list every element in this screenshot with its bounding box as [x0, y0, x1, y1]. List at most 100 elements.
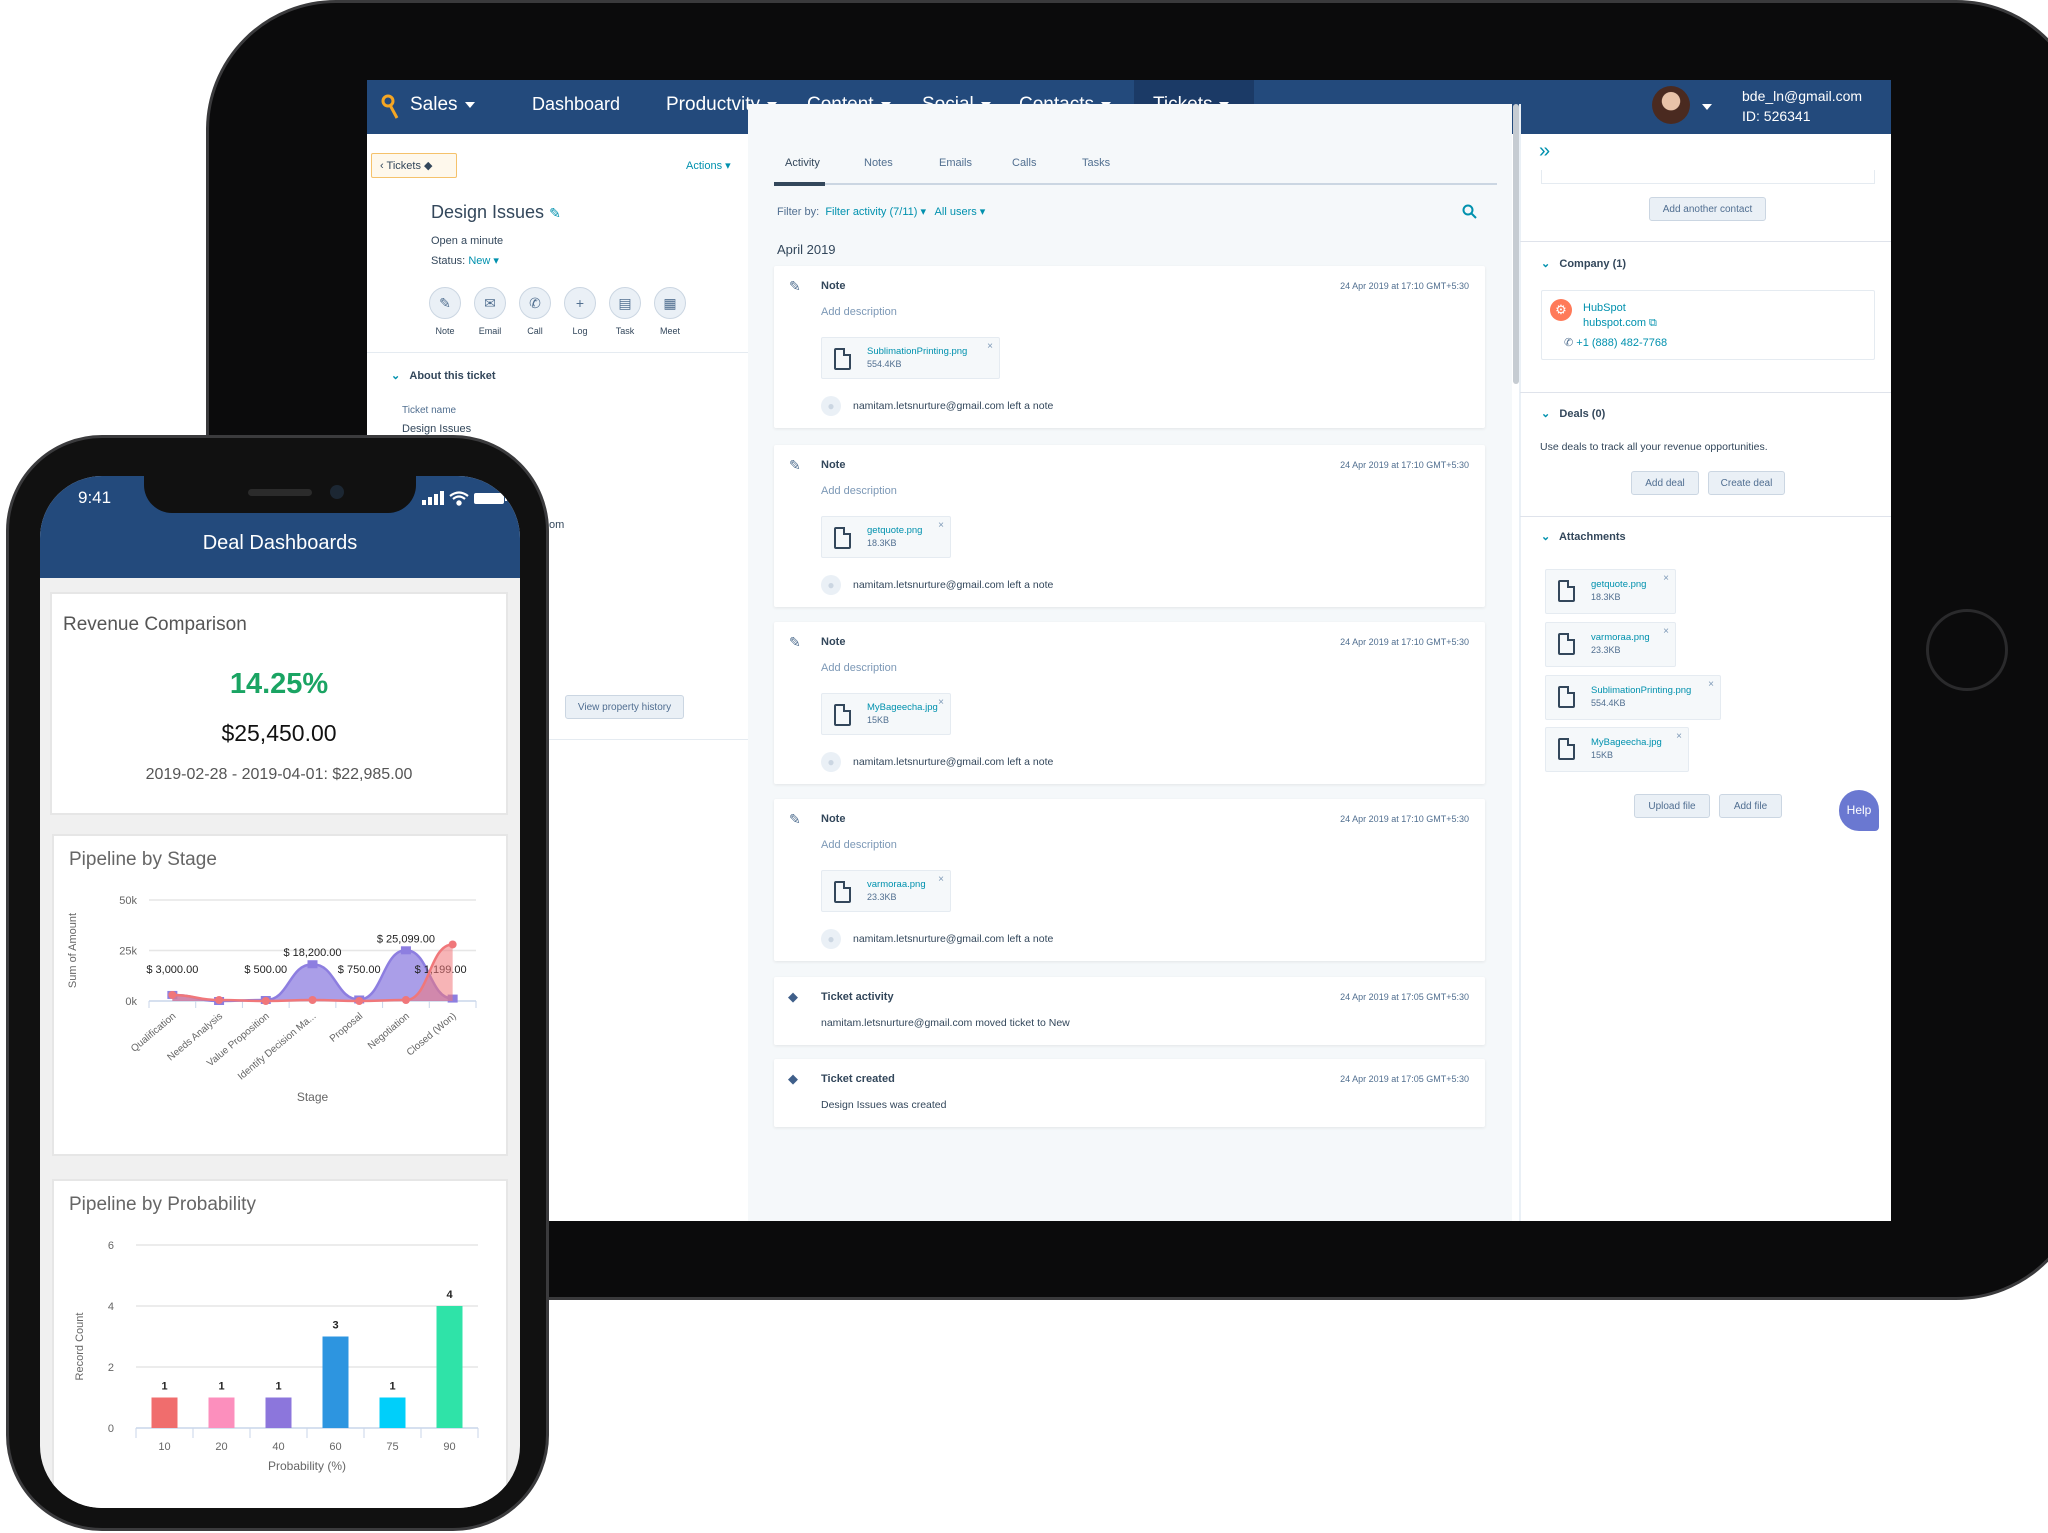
attachment-name[interactable]: getquote.png — [1591, 579, 1646, 590]
month-header: April 2019 — [777, 242, 836, 257]
bar[interactable] — [151, 1397, 178, 1429]
remove-attachment-icon[interactable]: × — [987, 341, 993, 352]
note-card[interactable]: ✎ Note 24 Apr 2019 at 17:10 GMT+5:30 Add de… — [774, 266, 1485, 428]
add-file-button[interactable]: Add file — [1719, 794, 1782, 818]
company-phone-link[interactable]: ✆ +1 (888) 482-7768 — [1564, 336, 1667, 349]
call-action-button[interactable]: ✆ — [519, 287, 551, 319]
attachment-item[interactable]: getquote.png 18.3KB × — [1545, 569, 1676, 614]
bar[interactable] — [379, 1397, 406, 1429]
y-tick-label: 6 — [108, 1240, 114, 1252]
upload-file-button[interactable]: Upload file — [1634, 794, 1710, 818]
note-card[interactable]: ✎ Note 24 Apr 2019 at 17:10 GMT+5:30 Add de… — [774, 799, 1485, 961]
tickets-breadcrumb[interactable]: ‹ Tickets ◆ — [371, 153, 457, 178]
note-author[interactable]: namitam.letsnurture@gmail.com — [853, 756, 1004, 768]
attachment-name[interactable]: SublimationPrinting.png — [1591, 685, 1691, 696]
remove-attachment-icon[interactable]: × — [938, 520, 944, 531]
tab-notes[interactable]: Notes — [864, 157, 893, 169]
add-description[interactable]: Add description — [821, 839, 897, 851]
attachment-size: 23.3KB — [1591, 645, 1621, 655]
meet-action-button[interactable]: ▦ — [654, 287, 686, 319]
log-action-button[interactable]: + — [564, 287, 596, 319]
remove-attachment-icon[interactable]: × — [938, 697, 944, 708]
user-avatar[interactable] — [1652, 86, 1690, 124]
attachment-name[interactable]: MyBageecha.jpg — [1591, 737, 1662, 748]
search-icon[interactable] — [1462, 204, 1478, 220]
nav-dashboard[interactable]: Dashboard — [532, 94, 620, 115]
actions-menu[interactable]: Actions ▾ — [686, 159, 731, 172]
email-action-button[interactable]: ✉ — [474, 287, 506, 319]
add-deal-button[interactable]: Add deal — [1631, 471, 1699, 495]
bar-value-label: 1 — [389, 1381, 395, 1393]
all-users-dropdown[interactable]: All users ▾ — [935, 206, 986, 218]
user-avatar-icon: ● — [821, 575, 841, 595]
user-avatar-icon: ● — [821, 396, 841, 416]
note-action: left a note — [1007, 400, 1054, 412]
company-name-link[interactable]: HubSpot — [1583, 302, 1626, 314]
note-card[interactable]: ✎ Note 24 Apr 2019 at 17:10 GMT+5:30 Add de… — [774, 622, 1485, 784]
company-header: Company (1) — [1559, 258, 1627, 270]
note-author[interactable]: namitam.letsnurture@gmail.com — [853, 933, 1004, 945]
bar-value-label: 1 — [161, 1381, 167, 1393]
note-attachment[interactable]: MyBageecha.jpg 15KB × — [821, 693, 951, 735]
caret-down-icon[interactable] — [1702, 104, 1712, 110]
filter-bar: Filter by: Filter activity (7/11) ▾ All … — [777, 205, 985, 218]
attachment-name[interactable]: getquote.png — [867, 525, 922, 536]
note-action-button[interactable]: ✎ — [429, 287, 461, 319]
attachment-name[interactable]: varmoraa.png — [1591, 632, 1650, 643]
pipeline-probability-chart: 0 2 4 6 1 10 1 20 1 40 3 60 1 75 4 90 Probability (%) Rec… — [74, 1240, 479, 1473]
attachment-item[interactable]: SublimationPrinting.png 554.4KB × — [1545, 675, 1721, 720]
tab-activity[interactable]: Activity — [785, 157, 820, 169]
attachment-item[interactable]: MyBageecha.jpg 15KB × — [1545, 727, 1689, 772]
tab-emails[interactable]: Emails — [939, 157, 972, 169]
note-attachment[interactable]: getquote.png 18.3KB × — [821, 516, 951, 558]
attachment-size: 18.3KB — [1591, 592, 1621, 602]
tab-tasks[interactable]: Tasks — [1082, 157, 1110, 169]
filter-activity-dropdown[interactable]: Filter activity (7/11) ▾ — [825, 206, 926, 218]
company-section-toggle[interactable]: ⌄ Company (1) — [1541, 257, 1626, 270]
log-icon: + — [575, 295, 585, 311]
file-icon — [1558, 738, 1575, 760]
bar[interactable] — [322, 1336, 349, 1429]
status-value: New — [468, 255, 491, 267]
note-attachment[interactable]: varmoraa.png 23.3KB × — [821, 870, 951, 912]
help-chat-button[interactable]: Help — [1839, 790, 1879, 831]
add-description[interactable]: Add description — [821, 662, 897, 674]
edit-pencil-icon[interactable]: ✎ — [549, 205, 561, 221]
task-action-button[interactable]: ▤ — [609, 287, 641, 319]
company-domain-link[interactable]: hubspot.com ⧉ — [1583, 317, 1657, 330]
add-description[interactable]: Add description — [821, 306, 897, 318]
add-another-contact-button[interactable]: Add another contact — [1649, 197, 1766, 221]
attachment-name[interactable]: SublimationPrinting.png — [867, 346, 967, 357]
note-attachment[interactable]: SublimationPrinting.png 554.4KB × — [821, 337, 1000, 379]
tab-calls[interactable]: Calls — [1012, 157, 1036, 169]
remove-attachment-icon[interactable]: × — [1708, 679, 1714, 690]
event-text: namitam.letsnurture@gmail.com moved tick… — [821, 1017, 1070, 1029]
attachment-name[interactable]: MyBageecha.jpg — [867, 702, 938, 713]
nav-sales[interactable]: Sales — [410, 94, 475, 116]
note-card[interactable]: ✎ Note 24 Apr 2019 at 17:10 GMT+5:30 Add de… — [774, 445, 1485, 607]
attachment-size: 15KB — [867, 715, 890, 725]
attachment-item[interactable]: varmoraa.png 23.3KB × — [1545, 622, 1676, 667]
remove-attachment-icon[interactable]: × — [938, 874, 944, 885]
file-icon — [834, 881, 851, 903]
add-description[interactable]: Add description — [821, 485, 897, 497]
note-author[interactable]: namitam.letsnurture@gmail.com — [853, 579, 1004, 591]
remove-attachment-icon[interactable]: × — [1663, 573, 1669, 584]
bar[interactable] — [265, 1397, 292, 1429]
note-type: Note — [821, 280, 846, 292]
bar[interactable] — [436, 1306, 463, 1428]
task-icon: ▤ — [618, 294, 632, 311]
status-dropdown[interactable]: New ▾ — [468, 255, 499, 267]
deals-section-toggle[interactable]: ⌄ Deals (0) — [1541, 407, 1605, 420]
about-section-toggle[interactable]: ⌄ About this ticket — [391, 369, 496, 382]
attachments-section-toggle[interactable]: ⌄ Attachments — [1541, 530, 1626, 543]
note-author[interactable]: namitam.letsnurture@gmail.com — [853, 400, 1004, 412]
view-property-history-button[interactable]: View property history — [565, 695, 684, 719]
attachment-name[interactable]: varmoraa.png — [867, 879, 926, 890]
bar[interactable] — [208, 1397, 235, 1429]
note-author-line: namitam.letsnurture@gmail.com left a not… — [853, 400, 1053, 412]
create-deal-button[interactable]: Create deal — [1708, 471, 1785, 495]
collapse-sidebar-icon[interactable]: » — [1539, 140, 1550, 163]
remove-attachment-icon[interactable]: × — [1663, 626, 1669, 637]
remove-attachment-icon[interactable]: × — [1676, 731, 1682, 742]
